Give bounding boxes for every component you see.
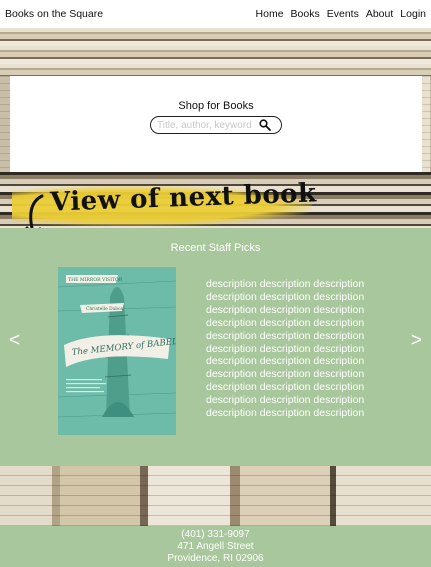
description-line: description description description: [206, 303, 365, 316]
description-line: description description description: [206, 342, 365, 355]
book-description: description description description desc…: [206, 278, 381, 420]
search-card: Shop for Books: [10, 76, 422, 172]
footer: (401) 331-9097 471 Angell Street Provide…: [0, 526, 431, 567]
footer-phone[interactable]: (401) 331-9097: [181, 529, 249, 541]
description-line: description description description: [206, 278, 365, 290]
nav-link-books[interactable]: Books: [291, 8, 320, 20]
bookstack-image: [0, 466, 431, 526]
cover-series-text: THE MIRROR VISITOR: [68, 277, 123, 283]
description-line: description description description: [206, 368, 365, 381]
hero-bookshelf-top: [0, 28, 431, 76]
book-cover-art: THE MIRROR VISITOR Christelle Dabos The …: [58, 267, 176, 435]
description-line: description description description: [206, 329, 365, 342]
search-box[interactable]: [150, 116, 282, 134]
footer-city: Providence, RI 02906: [167, 552, 264, 564]
description-line: description description description: [206, 381, 365, 394]
nav-link-home[interactable]: Home: [256, 8, 284, 20]
site-brand[interactable]: Books on the Square: [5, 8, 103, 20]
search-title: Shop for Books: [178, 100, 254, 112]
nav-link-login[interactable]: Login: [400, 8, 426, 20]
book-cover-image[interactable]: THE MIRROR VISITOR Christelle Dabos The …: [58, 267, 176, 435]
search-icon[interactable]: [259, 119, 271, 131]
nav-link-events[interactable]: Events: [327, 8, 359, 20]
description-line: description description description: [206, 394, 365, 407]
carousel-prev-button[interactable]: <: [9, 330, 20, 352]
staff-picks-title: Recent Staff Picks: [170, 242, 261, 254]
nav-link-about[interactable]: About: [366, 8, 393, 20]
search-input[interactable]: [157, 119, 257, 131]
description-line: description description description: [206, 407, 365, 420]
footer-street: 471 Angell Street: [177, 540, 254, 552]
description-line: description description description: [206, 316, 365, 329]
description-line: description description description: [206, 355, 365, 368]
description-line: description description description: [206, 290, 365, 303]
navbar: Books on the Square Home Books Events Ab…: [0, 0, 431, 28]
carousel-next-button[interactable]: >: [411, 330, 422, 352]
cover-author-text: Christelle Dabos: [86, 307, 124, 312]
nav-links: Home Books Events About Login: [256, 8, 426, 20]
staff-picks-section: Recent Staff Picks < THE MIRROR VISITOR …: [0, 228, 431, 466]
